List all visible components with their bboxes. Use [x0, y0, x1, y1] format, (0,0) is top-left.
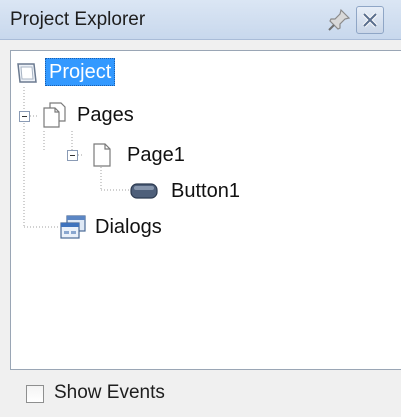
tree-connector-lines	[23, 87, 129, 228]
button-icon	[129, 182, 159, 205]
tree-node-label: Dialogs	[95, 216, 162, 238]
show-events-checkbox[interactable]	[26, 385, 44, 403]
show-events-label[interactable]: Show Events	[54, 382, 165, 404]
page1-collapse-toggle[interactable]	[67, 150, 78, 161]
pages-collapse-toggle[interactable]	[19, 111, 30, 122]
project-tree[interactable]: Project Pages Page1 Button1 Dialogs	[10, 50, 401, 370]
project-icon	[15, 61, 39, 90]
tree-node-label: Pages	[77, 104, 134, 126]
pages-icon	[41, 101, 67, 134]
project-explorer-panel: Project Explorer Project Pages Page1 But…	[0, 0, 401, 417]
close-icon	[362, 12, 378, 28]
tree-node-label: Page1	[127, 144, 185, 166]
dialogs-icon	[59, 213, 87, 246]
pin-icon[interactable]	[326, 7, 352, 33]
close-button[interactable]	[356, 6, 384, 34]
page-icon	[91, 141, 113, 174]
tree-node-label: Project	[45, 58, 116, 86]
panel-footer: Show Events	[10, 372, 401, 417]
panel-titlebar[interactable]: Project Explorer	[0, 0, 401, 40]
tree-node-label: Button1	[171, 180, 240, 202]
panel-title: Project Explorer	[10, 9, 146, 30]
